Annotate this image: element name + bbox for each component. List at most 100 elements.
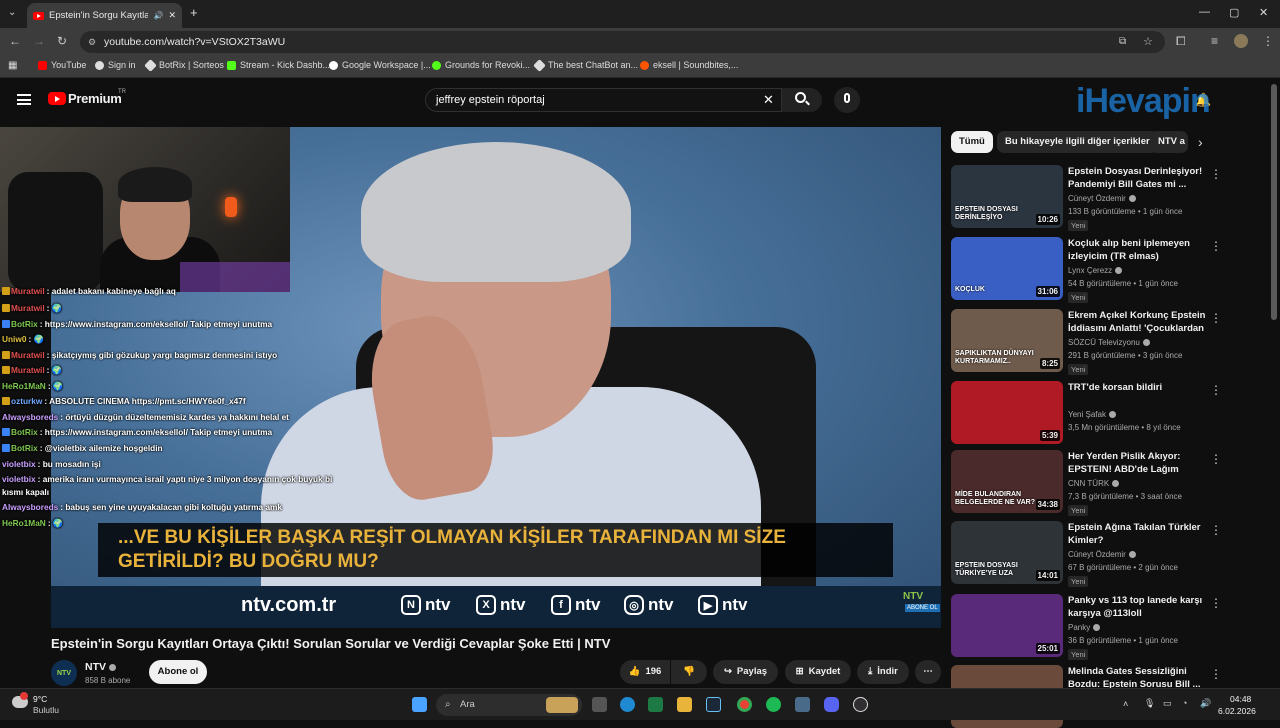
chips-next-icon[interactable]: › (1198, 134, 1203, 150)
discord-icon[interactable] (824, 697, 839, 712)
save-button[interactable]: ⊞ Kaydet (785, 660, 851, 684)
channel-avatar[interactable]: NTV (51, 660, 77, 686)
recommended-channel[interactable]: Yeni Şafak (1068, 410, 1116, 419)
browser-menu-icon[interactable]: ⋮ (1262, 34, 1274, 48)
clear-search-icon[interactable]: ✕ (763, 89, 774, 111)
bookmark-botrix[interactable]: BotRix | Sorteos (144, 58, 224, 72)
weather-temperature[interactable]: 9°C (33, 694, 47, 704)
video-thumbnail[interactable]: EPSTEIN DOSYASI DERİNLEŞİYO 10:26 (951, 165, 1063, 228)
video-thumbnail[interactable]: 25:01 (951, 594, 1063, 657)
chrome-icon[interactable] (737, 697, 752, 712)
recommended-video-title[interactable]: Ekrem Açıkel Korkunç Epstein İddiasını A… (1068, 309, 1206, 336)
reading-list-icon[interactable]: ≡ (1211, 34, 1218, 48)
bookmark-youtube[interactable]: YouTube (38, 60, 86, 70)
more-options-icon[interactable]: ⋮ (1210, 452, 1222, 466)
recommended-video[interactable]: Melinda Gates Sessizliğini Bozdu: Epstei… (951, 665, 1251, 728)
video-thumbnail[interactable]: SAPIKLIKTAN DÜNYAYI KURTARMAMIZ.. 8:25 (951, 309, 1063, 372)
video-thumbnail[interactable]: EPSTEIN DOSYASI TÜRKİYE'YE UZA 14:01 (951, 521, 1063, 584)
scrollbar[interactable] (1271, 84, 1277, 320)
video-thumbnail[interactable]: KOÇLUK 31:06 (951, 237, 1063, 300)
windows-start-icon[interactable] (412, 697, 427, 712)
task-view-icon[interactable] (592, 697, 607, 712)
more-options-icon[interactable]: ⋮ (1210, 523, 1222, 537)
like-button[interactable]: 👍 196 (620, 660, 670, 684)
recommended-video[interactable]: MİDE BULANDIRAN BELGELERDE NE VAR? 34:38 H… (951, 450, 1251, 516)
bookmark-grounds[interactable]: Grounds for Revoki... (432, 60, 530, 70)
steam-icon[interactable] (706, 697, 721, 712)
video-thumbnail[interactable]: MİDE BULANDIRAN BELGELERDE NE VAR? 34:38 (951, 450, 1063, 513)
reload-icon[interactable]: ↻ (57, 34, 67, 48)
file-explorer-icon[interactable] (677, 697, 692, 712)
recommended-video[interactable]: KOÇLUK 31:06 Koçluk alıp beni iplemeyen iz… (951, 237, 1251, 303)
recommended-video[interactable]: 25:01 Panky vs 113 top lanede karşı karşı… (951, 594, 1251, 660)
recommended-channel[interactable]: CNN TÜRK (1068, 479, 1120, 488)
more-options-icon[interactable]: ⋮ (1210, 167, 1222, 181)
bookmark-sign-in[interactable]: Sign in (95, 60, 136, 70)
wifi-tray-icon[interactable]: ◔ (1182, 698, 1187, 708)
more-options-icon[interactable]: ⋮ (1210, 311, 1222, 325)
forward-icon[interactable]: → (33, 34, 45, 48)
recommended-video-title[interactable]: Epstein Ağına Takılan Türkler Kimler? (1068, 521, 1206, 547)
back-icon[interactable]: ← (9, 34, 21, 48)
more-options-icon[interactable]: ⋮ (1210, 667, 1222, 681)
bookmark-eksell[interactable]: eksell | Soundbites,... (640, 60, 738, 70)
recommended-channel[interactable]: Cüneyt Özdemir (1068, 194, 1136, 203)
browser-tab[interactable]: Epstein'in Sorgu Kayıtları O 🔊 ✕ (27, 3, 182, 28)
bookmark-google-workspace[interactable]: Google Workspace |... (329, 60, 431, 70)
more-actions-button[interactable]: ⋯ (915, 660, 941, 684)
download-button[interactable]: ⤓ İndir (857, 660, 909, 684)
site-info-icon[interactable]: ⚙ (88, 31, 96, 53)
minimize-button[interactable]: — (1199, 6, 1210, 18)
youtube-logo-icon[interactable] (48, 92, 66, 105)
recommended-video-title[interactable]: Koçluk alıp beni iplemeyen izleyicim (TR… (1068, 237, 1206, 263)
recommended-channel[interactable]: Cüneyt Özdemir (1068, 550, 1136, 559)
spotify-icon[interactable] (766, 697, 781, 712)
tab-close-icon[interactable]: ✕ (168, 10, 176, 21)
more-options-icon[interactable]: ⋮ (1210, 239, 1222, 253)
chip-related-story[interactable]: Bu hikayeyle ilgili diğer içerikler (997, 131, 1158, 153)
recommended-video[interactable]: 5:39 TRT'de korsan bildiri Yeni Şafak 3,5 M… (951, 381, 1251, 445)
recommended-video[interactable]: SAPIKLIKTAN DÜNYAYI KURTARMAMIZ.. 8:25 Ekr… (951, 309, 1251, 375)
obs-icon[interactable] (853, 697, 868, 712)
recommended-video-title[interactable]: Melinda Gates Sessizliğini Bozdu: Epstei… (1068, 665, 1206, 688)
subscribe-button[interactable]: Abone ol (149, 660, 207, 684)
excel-icon[interactable] (648, 697, 663, 712)
bookmark-chatbot[interactable]: The best ChatBot an... (533, 58, 638, 72)
share-button[interactable]: ↪ Paylaş (713, 660, 778, 684)
edge-icon[interactable] (620, 697, 635, 712)
recommended-video-title[interactable]: Her Yerden Pislik Akıyor: EPSTEIN! ABD'd… (1068, 450, 1206, 477)
close-window-button[interactable]: ✕ (1259, 6, 1268, 19)
display-tray-icon[interactable]: ▭ (1163, 698, 1172, 709)
recommended-channel[interactable]: Lynx Çerezz (1068, 266, 1123, 275)
apps-grid-icon[interactable]: ▦ (8, 60, 17, 71)
chip-all[interactable]: Tümü (951, 131, 993, 153)
taskbar-search[interactable]: ⌕ Ara (436, 694, 582, 716)
extensions-icon[interactable]: ⧠ (1176, 34, 1186, 48)
tray-chevron-icon[interactable]: ˄ (1123, 699, 1128, 709)
profile-avatar[interactable] (1234, 34, 1248, 48)
recommended-video-title[interactable]: TRT'de korsan bildiri (1068, 381, 1206, 394)
search-button[interactable] (782, 88, 822, 112)
dislike-button[interactable]: 👎 (671, 660, 707, 684)
search-input[interactable]: jeffrey epstein röportaj ✕ (425, 88, 782, 112)
hamburger-menu-icon[interactable] (17, 94, 31, 105)
new-tab-button[interactable]: + (190, 5, 198, 20)
recommended-video-title[interactable]: Epstein Dosyası Derinleşiyor! Pandemiyi … (1068, 165, 1206, 191)
weather-description[interactable]: Bulutlu (33, 705, 59, 715)
youtube-premium-wordmark[interactable]: Premium (68, 91, 122, 106)
recommended-video[interactable]: EPSTEIN DOSYASI TÜRKİYE'YE UZA 14:01 Epste… (951, 521, 1251, 587)
recommended-video-title[interactable]: Panky vs 113 top lanede karşı karşıya @1… (1068, 594, 1206, 620)
speaker-icon[interactable]: 🔊 (153, 11, 163, 20)
recommended-channel[interactable]: Panky (1068, 623, 1101, 632)
more-options-icon[interactable]: ⋮ (1210, 383, 1222, 397)
microphone-tray-icon[interactable]: 🎙 (1144, 698, 1155, 709)
recommended-video[interactable]: EPSTEIN DOSYASI DERİNLEŞİYO 10:26 Epstein … (951, 165, 1251, 231)
channel-name[interactable]: NTV (85, 661, 116, 673)
bookmark-star-icon[interactable]: ☆ (1143, 31, 1153, 53)
taskbar-date[interactable]: 6.02.2026 (1218, 706, 1256, 716)
address-bar[interactable]: ⚙ youtube.com/watch?v=VStOX2T3aWU ⧉ ☆ (80, 31, 1165, 53)
network-app-icon[interactable] (795, 697, 810, 712)
volume-tray-icon[interactable]: 🔊 (1200, 698, 1211, 709)
chip-ntv[interactable]: NTV a (1150, 131, 1188, 153)
maximize-button[interactable]: ▢ (1229, 6, 1239, 19)
